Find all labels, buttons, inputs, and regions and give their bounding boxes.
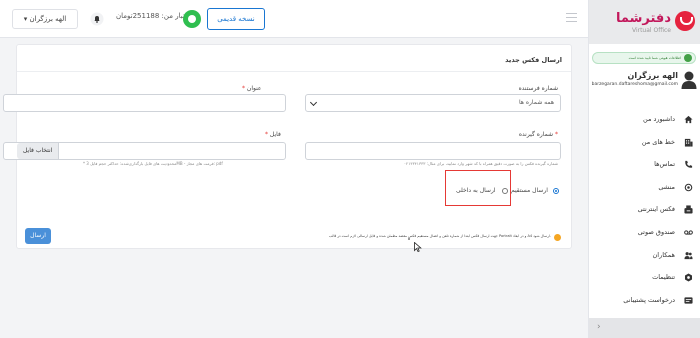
file-label-text: فایل <box>269 131 281 138</box>
user-menu-dropdown[interactable]: ▾ الهه برزگران <box>12 9 78 29</box>
sender-label: شماره فرستنده <box>518 85 558 92</box>
check-circle-icon <box>684 54 692 62</box>
sidebar-item-label: تنظیمات <box>652 273 675 282</box>
logo-text: دفترشما <box>616 11 671 26</box>
bell-icon[interactable] <box>90 12 104 26</box>
users-icon <box>684 251 693 259</box>
sidebar-item-support[interactable]: درخواست پشتیبانی <box>589 289 700 312</box>
receiver-label: شماره گیرنده * <box>519 131 558 138</box>
wallet-icon[interactable] <box>183 10 201 28</box>
sidebar-item-voicemail[interactable]: صندوق صوتی <box>589 221 700 244</box>
logo-area: دفترشما Virtual Office <box>589 0 700 44</box>
user-menu-label: الهه برزگران <box>29 15 67 23</box>
sidebar-item-colleagues[interactable]: همکاران <box>589 244 700 267</box>
identity-verified-badge: اطلاعات هویتی شما تایید شده است <box>592 52 696 64</box>
mouse-cursor-icon <box>414 242 422 252</box>
radio-direct-label[interactable]: ارسال مستقیم <box>511 187 548 194</box>
chevron-right-icon: › <box>597 322 601 332</box>
sidebar-item-internet-fax[interactable]: فکس اینترنتی <box>589 198 700 221</box>
verified-text: اطلاعات هویتی شما تایید شده است <box>628 56 681 60</box>
send-button[interactable]: ارسال <box>25 228 51 244</box>
subject-input[interactable] <box>3 94 286 112</box>
chevron-down-icon <box>309 98 318 107</box>
sender-select-value: همه شماره ها <box>518 99 554 106</box>
top-bar: ▾ الهه برزگران اعتبار من: 251188تومان نس… <box>0 0 588 38</box>
sidebar-item-label: صندوق صوتی <box>637 227 675 236</box>
sidebar-item-label: خط های من <box>641 137 675 146</box>
profile-email: barzegaran.daftareshoma@gmail.com <box>591 82 678 87</box>
file-label: * فایل <box>265 131 281 138</box>
file-input[interactable]: انتخاب فایل <box>3 142 286 160</box>
page-title: ارسال فکس جدید <box>505 56 562 64</box>
sidebar-item-label: منشی <box>658 182 675 191</box>
highlight-box <box>445 170 511 206</box>
sidebar-item-my-lines[interactable]: خط های من <box>589 131 700 154</box>
receiver-label-text: شماره گیرنده <box>518 131 554 138</box>
subject-label-text: عنوان <box>246 85 262 92</box>
sidebar-item-secretary[interactable]: منشی <box>589 176 700 199</box>
sidebar-item-calls[interactable]: تماس‌ها <box>589 153 700 176</box>
gear-icon <box>684 273 693 282</box>
sidebar-item-label: همکاران <box>652 250 675 259</box>
choose-file-button[interactable]: انتخاب فایل <box>17 143 60 159</box>
send-fax-card: ارسال فکس جدید شماره فرستنده همه شماره ه… <box>3 44 572 249</box>
logo-subtitle: Virtual Office <box>631 27 671 34</box>
divider <box>17 71 571 72</box>
old-version-button[interactable]: نسخه قدیمی <box>207 8 265 30</box>
voicemail-icon <box>684 230 693 235</box>
info-icon <box>554 234 561 241</box>
sidebar-menu: داشبورد من خط های من تماس‌ها منشی فکس ای… <box>589 108 700 311</box>
cursor-trail-dot <box>408 238 410 240</box>
receiver-hint: شماره گیرنده فکس را به صورت دقیق همراه ب… <box>403 161 558 166</box>
sender-select[interactable]: همه شماره ها <box>305 94 561 112</box>
ticket-icon <box>684 297 693 304</box>
sidebar-item-label: درخواست پشتیبانی <box>623 295 675 304</box>
required-mark: * <box>242 85 245 92</box>
avatar-icon[interactable] <box>681 70 697 90</box>
building-icon <box>684 138 693 147</box>
credit-balance: اعتبار من: 251188تومان <box>116 12 192 20</box>
sidebar-item-dashboard[interactable]: داشبورد من <box>589 108 700 131</box>
fax-icon <box>684 205 693 214</box>
sidebar-item-label: داشبورد من <box>643 115 675 123</box>
sidebar: دفترشما Virtual Office اطلاعات هویتی شما… <box>588 0 700 338</box>
receiver-number-input[interactable] <box>305 142 561 160</box>
radio-direct[interactable] <box>553 188 559 194</box>
file-hint: * محدودیت های فایل بارگذاری‌شده: حداکثر … <box>83 161 223 166</box>
required-mark: * <box>555 131 558 138</box>
logo-icon <box>675 11 695 31</box>
headset-icon <box>684 183 693 192</box>
phone-icon <box>685 161 693 168</box>
fax-instructions-note: جهت ارسال فکس ابتدا از شماره تلفن و اتصا… <box>328 234 551 238</box>
home-icon <box>684 115 693 124</box>
subject-label: * عنوان <box>242 85 262 92</box>
sidebar-item-settings[interactable]: تنظیمات <box>589 266 700 289</box>
profile-name: الهه برزگران <box>627 71 678 80</box>
sidebar-item-label: فکس اینترنتی <box>637 205 675 214</box>
sidebar-collapse-bar[interactable]: › <box>589 318 700 338</box>
sidebar-item-label: تماس‌ها <box>654 160 675 169</box>
required-mark: * <box>265 131 268 138</box>
hamburger-menu-icon[interactable] <box>566 13 577 22</box>
